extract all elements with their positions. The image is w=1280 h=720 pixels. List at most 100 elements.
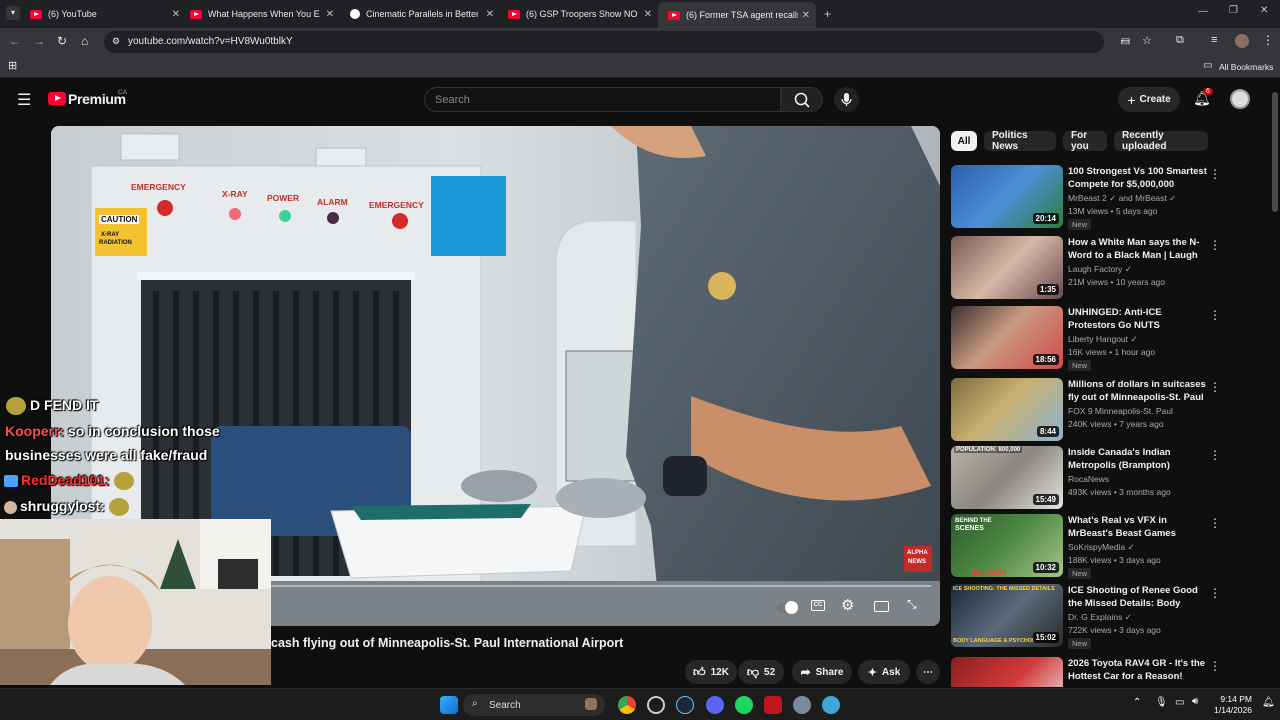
taskbar-search-box[interactable]: ⌕ Search xyxy=(463,694,605,716)
notification-center-icon[interactable]: 🔔︎ xyxy=(1262,697,1275,708)
minimize-icon[interactable]: — xyxy=(1198,6,1208,17)
more-vert-icon[interactable]: ⋮ xyxy=(1209,586,1221,600)
channel-name[interactable]: RocaNews xyxy=(1068,474,1109,484)
settings-icon[interactable] xyxy=(793,696,811,714)
recommendation-item[interactable]: BEHIND THE SCENES $5,000,00 10:32 What's… xyxy=(951,514,1271,580)
scrollbar-thumb[interactable] xyxy=(1272,92,1278,212)
search-button[interactable] xyxy=(781,87,823,112)
apps-grid-icon[interactable]: ⊞ xyxy=(8,59,17,72)
new-tab-icon[interactable]: + xyxy=(824,7,831,21)
more-vert-icon[interactable]: ⋮ xyxy=(1209,380,1221,394)
bookmark-star-icon[interactable]: ☆ xyxy=(1142,34,1152,47)
more-vert-icon[interactable]: ⋮ xyxy=(1209,308,1221,322)
extensions-icon[interactable]: ⧉ xyxy=(1176,34,1184,47)
recommendation-item[interactable]: 2026 Toyota RAV4 GR - It's the Hottest C… xyxy=(951,657,1271,687)
close-tab-icon[interactable]: ✕ xyxy=(326,9,334,20)
browser-menu-icon[interactable]: ⋮ xyxy=(1262,33,1274,47)
channel-name[interactable]: MrBeast 2 ✓ and MrBeast ✓ xyxy=(1068,193,1176,204)
more-actions-button[interactable]: ⋯ xyxy=(916,660,940,684)
channel-name[interactable]: FOX 9 Minneapolis-St. Paul xyxy=(1068,406,1173,416)
search-input[interactable]: Search xyxy=(424,87,781,112)
chrome-icon[interactable] xyxy=(618,696,636,714)
browser-tab[interactable]: (6) YouTube ✕ xyxy=(30,4,180,24)
recommendation-title[interactable]: How a White Man says the N-Word to a Bla… xyxy=(1068,236,1208,262)
recommendation-item[interactable]: ICE SHOOTING: THE MISSED DETAILS BODY LA… xyxy=(951,584,1271,650)
bookmarks-folder-icon[interactable]: ▭ xyxy=(1203,60,1212,71)
channel-name[interactable]: Dr. G Explains ✓ xyxy=(1068,612,1132,623)
media-app-icon[interactable] xyxy=(764,696,782,714)
cast-icon[interactable]: ▭ xyxy=(1120,35,1130,48)
close-tab-icon[interactable]: ✕ xyxy=(172,9,180,20)
ask-button[interactable]: ✦ Ask xyxy=(858,660,910,684)
tray-network-icon[interactable]: ▭ xyxy=(1175,697,1184,708)
close-window-icon[interactable]: ✕ xyxy=(1260,5,1268,16)
more-vert-icon[interactable]: ⋮ xyxy=(1209,238,1221,252)
system-clock[interactable]: 9:14 PM 1/14/2026 xyxy=(1208,694,1252,716)
video-thumbnail[interactable] xyxy=(951,657,1063,687)
tray-microphone-icon[interactable]: 🎙︎ xyxy=(1155,697,1168,708)
browser-tab[interactable]: What Happens When You Ente ✕ xyxy=(190,4,334,24)
forward-icon[interactable]: → xyxy=(33,34,45,48)
recommendation-title[interactable]: 2026 Toyota RAV4 GR - It's the Hottest C… xyxy=(1068,657,1208,683)
discord-icon[interactable] xyxy=(706,696,724,714)
recommendation-item[interactable]: 20:14 100 Strongest Vs 100 Smartest Comp… xyxy=(951,165,1271,231)
chip-politics-news[interactable]: Politics News xyxy=(984,130,1056,152)
account-avatar[interactable] xyxy=(1230,89,1250,109)
like-button[interactable]: 👍︎ 12K xyxy=(685,660,737,684)
all-bookmarks-label[interactable]: All Bookmarks xyxy=(1219,62,1273,72)
recommendation-title[interactable]: UNHINGED: Anti-ICE Protestors Go NUTS xyxy=(1068,306,1208,332)
windows-start-icon[interactable] xyxy=(440,696,458,714)
profile-avatar[interactable] xyxy=(1235,34,1249,48)
chip-all[interactable]: All xyxy=(951,131,977,151)
voice-search-button[interactable] xyxy=(834,87,859,112)
recommendation-title[interactable]: Inside Canada's Indian Metropolis (Bramp… xyxy=(1068,446,1208,472)
hamburger-menu-icon[interactable]: ☰ xyxy=(17,90,31,110)
tab-search-icon[interactable]: ▾ xyxy=(6,6,20,20)
create-button[interactable]: + Create xyxy=(1118,87,1180,112)
browser-tab-active[interactable]: (6) Former TSA agent recalls m ✕ xyxy=(658,2,816,28)
recommendation-title[interactable]: 100 Strongest Vs 100 Smartest Compete fo… xyxy=(1068,165,1208,191)
recommendation-item[interactable]: 1:35 How a White Man says the N-Word to … xyxy=(951,236,1271,302)
browser-tab[interactable]: (6) GSP Troopers Show NO MER ✕ xyxy=(508,4,652,24)
recommendation-title[interactable]: Millions of dollars in suitcases fly out… xyxy=(1068,378,1208,404)
fullscreen-icon[interactable]: ⤡ xyxy=(907,597,917,612)
channel-name[interactable]: SoKrispyMedia ✓ xyxy=(1068,542,1135,553)
dislike-button[interactable]: 👎︎ 52 xyxy=(738,660,784,684)
close-tab-icon[interactable]: ✕ xyxy=(486,9,494,20)
site-info-icon[interactable]: ⚙ xyxy=(112,36,120,47)
back-icon[interactable]: ← xyxy=(9,34,21,48)
home-icon[interactable]: ⌂ xyxy=(81,34,88,48)
more-vert-icon[interactable]: ⋮ xyxy=(1209,167,1221,181)
tray-overflow-icon[interactable]: ⌃ xyxy=(1133,697,1141,708)
recommendation-title[interactable]: ICE Shooting of Renee Good the Missed De… xyxy=(1068,584,1208,610)
chip-for-you[interactable]: For you xyxy=(1063,130,1107,152)
more-vert-icon[interactable]: ⋮ xyxy=(1209,448,1221,462)
spotify-icon[interactable] xyxy=(735,696,753,714)
theater-mode-icon[interactable] xyxy=(874,601,889,612)
channel-name[interactable]: Liberty Hangout ✓ xyxy=(1068,334,1138,345)
close-tab-icon[interactable]: ✕ xyxy=(802,10,810,21)
steam-icon[interactable] xyxy=(676,696,694,714)
tray-volume-icon[interactable]: 🔊︎ xyxy=(1192,696,1198,707)
recommendation-item[interactable]: 18:56 UNHINGED: Anti-ICE Protestors Go N… xyxy=(951,306,1271,372)
chatgpt-icon[interactable] xyxy=(647,696,665,714)
share-button[interactable]: ➦ Share xyxy=(792,660,852,684)
reload-icon[interactable]: ↻ xyxy=(57,34,67,48)
more-vert-icon[interactable]: ⋮ xyxy=(1209,516,1221,530)
settings-gear-icon[interactable]: ⚙ xyxy=(841,596,854,614)
chip-recently-uploaded[interactable]: Recently uploaded xyxy=(1114,130,1208,152)
browser-tab[interactable]: Cinematic Parallels in Better Ca ✕ xyxy=(350,4,494,24)
page-scrollbar[interactable] xyxy=(1270,80,1280,685)
recommendation-title[interactable]: What's Real vs VFX in MrBeast's Beast Ga… xyxy=(1068,514,1208,540)
network-app-icon[interactable] xyxy=(822,696,840,714)
scene-label-xray: X-RAY xyxy=(222,189,248,199)
recommendation-item[interactable]: POPULATION: 800,000 15:49 Inside Canada'… xyxy=(951,446,1271,512)
restore-icon[interactable]: ❐ xyxy=(1229,5,1238,16)
address-bar[interactable]: ⚙ youtube.com/watch?v=HV8Wu0tblkY ▭ xyxy=(104,31,1130,53)
more-vert-icon[interactable]: ⋮ xyxy=(1209,659,1221,673)
close-tab-icon[interactable]: ✕ xyxy=(644,9,652,20)
captions-icon[interactable]: CC xyxy=(811,600,825,611)
reading-list-icon[interactable]: ≡ xyxy=(1211,34,1217,46)
recommendation-item[interactable]: 8:44 Millions of dollars in suitcases fl… xyxy=(951,378,1271,444)
channel-name[interactable]: Laugh Factory ✓ xyxy=(1068,264,1132,275)
